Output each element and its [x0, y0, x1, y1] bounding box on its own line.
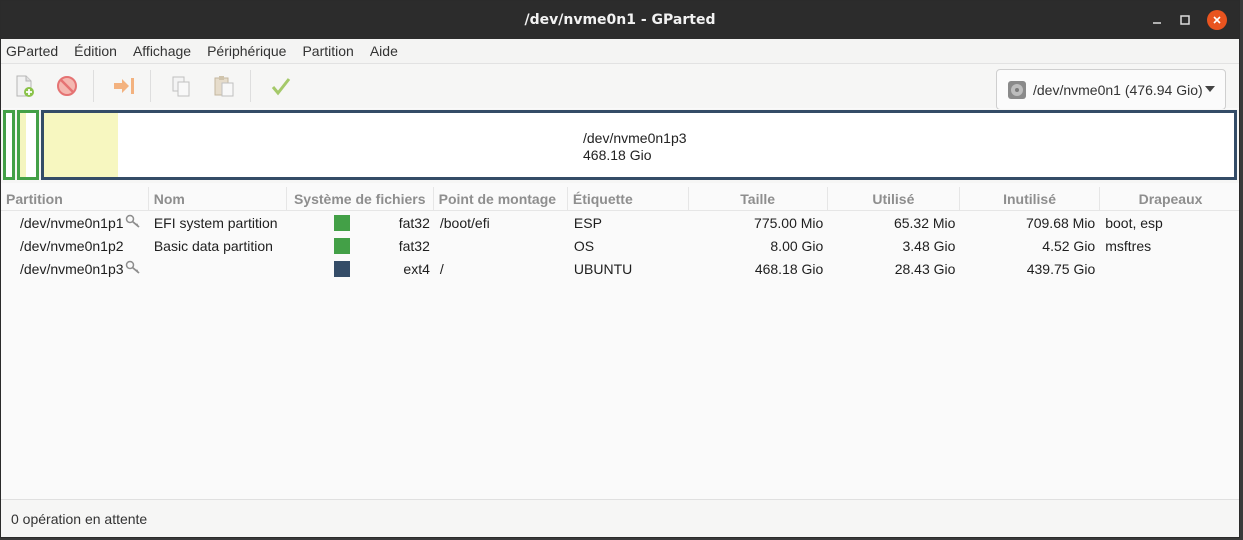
partition-table: Partition Nom Système de fichiers Point …: [1, 187, 1239, 280]
minimize-icon: [1153, 22, 1161, 24]
filesystem-type: fat32: [398, 237, 430, 254]
partition-label: UBUNTU: [573, 260, 633, 277]
device-label: /dev/nvme0n1 (476.94 Gio): [1033, 81, 1203, 98]
table-row[interactable]: /dev/nvme0n1p3 ext4 / UBUNTU 468.18 Gio …: [1, 257, 1239, 280]
partition-flags: boot, esp: [1105, 214, 1163, 231]
toolbar-separator: [93, 70, 94, 102]
chevron-down-icon: [1205, 86, 1215, 92]
toolbar: /dev/nvme0n1 (476.94 Gio): [1, 64, 1239, 110]
table-body: /dev/nvme0n1p1 EFI system partition fat3…: [1, 211, 1239, 280]
copy-button[interactable]: [168, 73, 194, 99]
column-header-used[interactable]: Utilisé: [828, 187, 961, 211]
disk-map-used-space: [44, 113, 118, 177]
maximize-icon: [1180, 15, 1190, 25]
column-header-size[interactable]: Taille: [689, 187, 828, 211]
menu-affichage[interactable]: Affichage: [133, 43, 191, 59]
filesystem-color-swatch: [333, 214, 350, 231]
column-header-filesystem[interactable]: Système de fichiers: [287, 187, 434, 211]
column-header-label[interactable]: Étiquette: [568, 187, 689, 211]
disk-map-partition-p2[interactable]: [17, 110, 39, 180]
partition-unused: 439.75 Gio: [1026, 260, 1096, 277]
column-header-mountpoint[interactable]: Point de montage: [434, 187, 568, 211]
column-header-flags[interactable]: Drapeaux: [1100, 187, 1239, 211]
menu-partition[interactable]: Partition: [302, 43, 353, 59]
device-selector[interactable]: /dev/nvme0n1 (476.94 Gio): [996, 69, 1226, 110]
partition-used: 3.48 Gio: [902, 237, 956, 254]
gparted-window: /dev/nvme0n1 - GParted GParted Édition A…: [0, 0, 1240, 538]
partition-path: /dev/nvme0n1p2: [20, 237, 124, 254]
filesystem-type: ext4: [403, 260, 430, 277]
resize-move-button[interactable]: [111, 73, 137, 99]
partition-name: EFI system partition: [153, 214, 278, 231]
partition-flags: msftres: [1105, 237, 1152, 254]
partition-used: 28.43 Gio: [894, 260, 956, 277]
table-header: Partition Nom Système de fichiers Point …: [1, 187, 1239, 211]
table-row[interactable]: /dev/nvme0n1p2 Basic data partition fat3…: [1, 234, 1239, 257]
maximize-button[interactable]: [1171, 1, 1199, 39]
partition-label: ESP: [573, 214, 602, 231]
table-row[interactable]: /dev/nvme0n1p1 EFI system partition fat3…: [1, 211, 1239, 234]
resize-move-icon: [114, 78, 134, 94]
partition-path: /dev/nvme0n1p3: [20, 260, 124, 277]
apply-icon: [271, 78, 291, 96]
close-icon: [1213, 16, 1221, 24]
menu-bar: GParted Édition Affichage Périphérique P…: [1, 39, 1239, 64]
filesystem-color-swatch: [333, 237, 350, 254]
toolbar-separator: [250, 70, 251, 102]
disk-map-partition-p3[interactable]: /dev/nvme0n1p3 468.18 Gio: [41, 110, 1237, 180]
partition-size: 8.00 Gio: [770, 237, 824, 254]
delete-button[interactable]: [54, 73, 80, 99]
key-icon: [125, 260, 141, 277]
column-header-unused[interactable]: Inutilisé: [960, 187, 1101, 211]
window-title: /dev/nvme0n1 - GParted: [524, 12, 716, 28]
disk-map-partition-size: 468.18 Gio: [583, 147, 652, 163]
paste-button[interactable]: [211, 73, 237, 99]
disk-map-partition-p1[interactable]: [3, 110, 15, 180]
mount-point: /: [439, 260, 444, 277]
toolbar-separator: [150, 70, 151, 102]
close-button[interactable]: [1203, 1, 1231, 39]
partition-label: OS: [573, 237, 595, 254]
menu-edition[interactable]: Édition: [74, 43, 117, 59]
partition-size: 775.00 Mio: [754, 214, 824, 231]
delete-icon: [57, 76, 77, 96]
new-partition-icon: [16, 75, 34, 97]
disk-map: /dev/nvme0n1p3 468.18 Gio: [1, 109, 1239, 183]
column-header-name[interactable]: Nom: [149, 187, 287, 211]
filesystem-type: fat32: [398, 214, 430, 231]
partition-path: /dev/nvme0n1p1: [20, 214, 124, 231]
disk-map-partition-name: /dev/nvme0n1p3: [583, 130, 687, 146]
menu-gparted[interactable]: GParted: [6, 43, 58, 59]
partition-name: Basic data partition: [153, 237, 273, 254]
status-bar: 0 opération en attente: [1, 499, 1239, 537]
partition-unused: 709.68 Mio: [1025, 214, 1096, 231]
mount-point: /boot/efi: [439, 214, 490, 231]
pending-operations-text: 0 opération en attente: [11, 510, 148, 527]
menu-aide[interactable]: Aide: [370, 43, 398, 59]
menu-peripherique[interactable]: Périphérique: [207, 43, 286, 59]
copy-icon: [172, 76, 190, 97]
partition-used: 65.32 Mio: [893, 214, 956, 231]
column-header-partition[interactable]: Partition: [1, 187, 149, 211]
filesystem-color-swatch: [333, 260, 350, 277]
minimize-button[interactable]: [1143, 1, 1171, 39]
apply-button[interactable]: [268, 73, 294, 99]
partition-size: 468.18 Gio: [754, 260, 824, 277]
key-icon: [125, 214, 141, 231]
partition-unused: 4.52 Gio: [1042, 237, 1096, 254]
new-partition-button[interactable]: [11, 73, 37, 99]
title-bar[interactable]: /dev/nvme0n1 - GParted: [1, 1, 1239, 39]
hard-disk-icon: [1008, 80, 1026, 99]
paste-icon: [214, 76, 234, 97]
